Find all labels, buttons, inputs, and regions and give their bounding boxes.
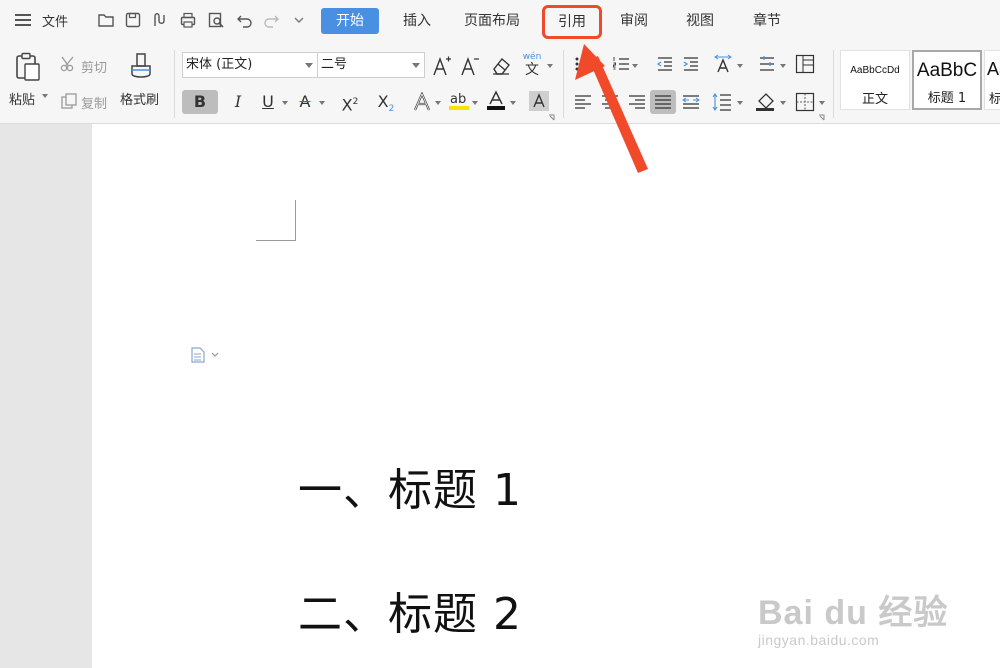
baidu-jingyan-watermark: Bai du 经验 jingyan.baidu.com xyxy=(758,585,948,648)
shrink-font-icon[interactable] xyxy=(460,55,480,77)
heading-1-text[interactable]: 一、标题 1 xyxy=(298,454,522,518)
heading-2-text[interactable]: 二、标题 2 xyxy=(298,578,522,642)
tab-view[interactable]: 视图 xyxy=(678,8,722,34)
redo-icon[interactable] xyxy=(262,11,280,29)
shading-fill-icon[interactable] xyxy=(755,92,777,112)
text-direction-icon[interactable] xyxy=(712,54,734,74)
borders-dropdown-caret[interactable] xyxy=(819,101,825,105)
tab-chapter[interactable]: 章节 xyxy=(744,8,790,34)
superscript-mark: 2 xyxy=(352,97,359,107)
style-heading-1[interactable]: AaBbC 标题 1 xyxy=(912,50,982,110)
subscript-mark: 2 xyxy=(388,104,395,115)
increase-indent-icon[interactable] xyxy=(682,55,700,73)
strikethrough-dropdown-caret[interactable] xyxy=(319,101,325,105)
hamburger-menu-icon[interactable] xyxy=(15,14,31,26)
scissors-icon[interactable] xyxy=(60,55,78,73)
grow-font-icon[interactable] xyxy=(432,55,452,77)
page-margin-corner-mark-h xyxy=(256,240,296,241)
strikethrough-button[interactable]: A xyxy=(292,90,318,114)
watermark-sub-text: jingyan.baidu.com xyxy=(758,632,880,648)
style-heading-2-preview: Aa xyxy=(987,59,1000,79)
font-size-select[interactable]: 二号 xyxy=(317,52,425,78)
tab-references[interactable]: 引用 xyxy=(542,5,602,39)
underline-dropdown-caret[interactable] xyxy=(282,101,288,105)
copy-icon[interactable] xyxy=(60,92,78,110)
font-name-select[interactable]: 宋体 (正文) xyxy=(182,52,318,78)
paragraph-spacing-icon[interactable] xyxy=(758,55,776,73)
phonetic-pinyin-label: wén xyxy=(522,52,542,62)
ribbon-toolbar: 粘贴 剪切 复制 格式刷 宋体 (正文) 二号 wén 文 B I U A X2 xyxy=(0,42,1000,124)
watermark-main-text: Bai du 经验 xyxy=(758,594,949,632)
highlight-dropdown-caret[interactable] xyxy=(472,101,478,105)
text-box-icon[interactable] xyxy=(795,54,815,74)
save-icon[interactable] xyxy=(124,11,142,29)
paste-icon[interactable] xyxy=(14,52,42,82)
cut-label[interactable]: 剪切 xyxy=(81,57,107,76)
customize-toolbar-icon[interactable] xyxy=(290,11,308,29)
shading-dropdown-caret[interactable] xyxy=(780,101,786,105)
underline-button[interactable]: U xyxy=(255,90,281,114)
superscript-button[interactable]: X2 xyxy=(336,90,364,114)
paragraph-layout-icon[interactable] xyxy=(190,347,220,363)
bold-button[interactable]: B xyxy=(182,90,218,114)
paste-label[interactable]: 粘贴 xyxy=(9,89,35,108)
tab-insert[interactable]: 插入 xyxy=(393,8,441,34)
phonetic-guide-icon[interactable]: wén 文 xyxy=(520,52,544,78)
line-spacing-dropdown-caret[interactable] xyxy=(737,101,743,105)
font-size-value: 二号 xyxy=(321,57,348,72)
tab-home[interactable]: 开始 xyxy=(321,8,379,34)
phonetic-char-label: 文 xyxy=(525,62,539,78)
subscript-button[interactable]: X2 xyxy=(372,90,400,114)
char-shading-icon[interactable] xyxy=(528,90,550,112)
text-effect-icon[interactable] xyxy=(412,92,432,112)
paste-dropdown-caret[interactable] xyxy=(42,94,48,98)
print-icon[interactable] xyxy=(179,11,197,29)
italic-button[interactable]: I xyxy=(225,90,251,114)
font-color-dropdown-caret[interactable] xyxy=(510,101,516,105)
highlight-color-icon[interactable]: ab xyxy=(448,90,470,112)
style-normal-name: 正文 xyxy=(861,92,888,107)
open-folder-icon[interactable] xyxy=(97,11,115,29)
file-menu[interactable]: 文件 xyxy=(42,11,68,30)
style-heading-1-name: 标题 1 xyxy=(927,91,967,106)
font-color-icon[interactable] xyxy=(486,90,506,112)
style-normal-preview: AaBbCcDd xyxy=(850,65,900,76)
style-normal[interactable]: AaBbCcDd 正文 xyxy=(840,50,910,110)
menu-bar: 文件 开始 插入 页面布局 引用 审阅 视图 章节 xyxy=(0,0,1000,42)
font-name-value: 宋体 (正文) xyxy=(186,57,253,72)
copy-label[interactable]: 复制 xyxy=(81,93,107,112)
style-heading-1-preview: AaBbC xyxy=(916,60,978,81)
print-preview-icon[interactable] xyxy=(207,11,225,29)
text-direction-dropdown-caret[interactable] xyxy=(737,64,743,68)
export-pdf-icon[interactable] xyxy=(151,11,169,29)
undo-icon[interactable] xyxy=(236,11,254,29)
tab-review[interactable]: 审阅 xyxy=(612,8,656,34)
text-effect-dropdown-caret[interactable] xyxy=(435,101,441,105)
page-margin-corner-mark xyxy=(295,200,296,240)
tab-page-layout[interactable]: 页面布局 xyxy=(455,8,529,34)
clear-format-icon[interactable] xyxy=(490,56,512,76)
superscript-x: X xyxy=(341,95,353,115)
annotation-arrow-icon xyxy=(575,44,648,173)
style-heading-2[interactable]: Aa 标 xyxy=(984,50,1000,110)
paragraph-dialog-launcher-icon[interactable] xyxy=(818,114,825,121)
svg-text:ab: ab xyxy=(450,92,466,107)
subscript-x: X xyxy=(377,92,389,111)
style-heading-2-name: 标 xyxy=(989,88,1000,107)
phonetic-dropdown-caret[interactable] xyxy=(547,64,553,68)
font-dialog-launcher-icon[interactable] xyxy=(548,114,555,121)
format-painter-icon[interactable] xyxy=(128,52,154,82)
borders-icon[interactable] xyxy=(795,92,815,112)
distribute-icon[interactable] xyxy=(682,93,700,111)
format-painter-label[interactable]: 格式刷 xyxy=(120,89,159,108)
line-spacing-icon[interactable] xyxy=(712,92,732,112)
paragraph-spacing-dropdown-caret[interactable] xyxy=(780,64,786,68)
